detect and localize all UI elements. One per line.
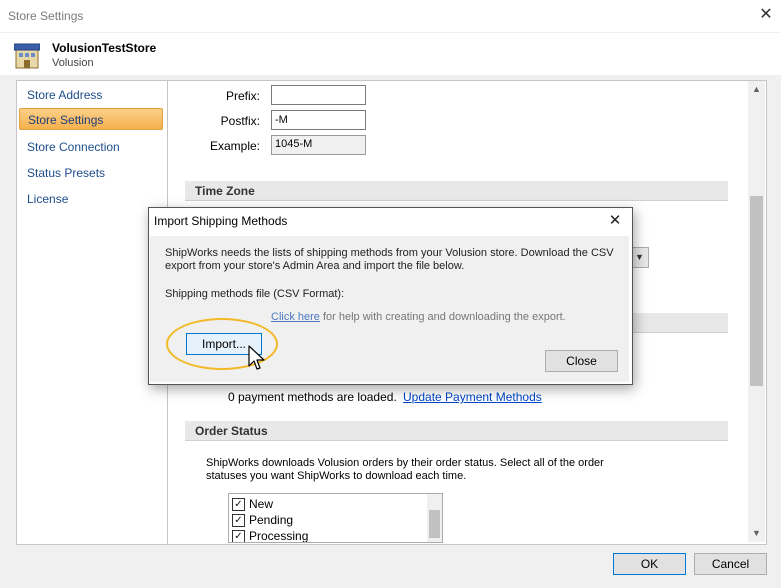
window-bottom-edge — [0, 584, 781, 588]
store-name: VolusionTestStore — [52, 41, 157, 55]
prefix-input[interactable] — [271, 85, 366, 105]
payment-methods-count: 0 payment methods are loaded. — [228, 390, 397, 404]
help-link[interactable]: Click here — [271, 311, 320, 323]
status-item-new[interactable]: ✓ New — [232, 496, 273, 512]
sidebar-item-store-connection[interactable]: Store Connection — [19, 136, 163, 158]
order-status-description-1: ShipWorks downloads Volusion orders by t… — [206, 457, 604, 469]
status-label-pending: Pending — [249, 513, 294, 527]
help-text: for help with creating and downloading t… — [319, 311, 566, 323]
store-building-icon — [14, 43, 40, 69]
time-zone-header: Time Zone — [185, 181, 728, 201]
dialog-message-line-2: export from your store's Admin Area and … — [165, 260, 465, 272]
order-status-list[interactable]: ✓ New ✓ Pending ✓ Processing — [228, 493, 443, 543]
sidebar-item-store-address[interactable]: Store Address — [19, 84, 163, 106]
dialog-title: Import Shipping Methods — [154, 214, 288, 228]
cancel-button[interactable]: Cancel — [694, 553, 767, 575]
postfix-input[interactable] — [271, 110, 366, 130]
example-label: Example: — [209, 139, 260, 153]
dialog-message-line-1: ShipWorks needs the lists of shipping me… — [165, 247, 614, 259]
status-checkbox-pending[interactable]: ✓ — [232, 514, 245, 527]
status-label-new: New — [249, 497, 274, 511]
help-text-row: Click here for help with creating and do… — [271, 311, 566, 323]
title-bar — [0, 0, 781, 33]
sidebar-item-status-presets[interactable]: Status Presets — [19, 162, 163, 184]
order-status-description-2: statuses you want ShipWorks to download … — [206, 470, 467, 482]
import-shipping-methods-dialog: Import Shipping Methods ✕ ShipWorks need… — [148, 207, 633, 385]
store-platform: Volusion — [52, 57, 94, 69]
shipping-section-header — [630, 313, 728, 333]
update-payment-methods-link[interactable]: Update Payment Methods — [403, 390, 542, 404]
window-title: Store Settings — [8, 9, 84, 23]
status-list-scrollbar[interactable] — [427, 494, 442, 542]
dialog-body: ShipWorks needs the lists of shipping me… — [150, 236, 629, 382]
postfix-label: Postfix: — [220, 114, 260, 128]
mouse-pointer-icon — [248, 345, 265, 370]
dialog-close-button[interactable]: Close — [545, 350, 618, 372]
status-checkbox-processing[interactable]: ✓ — [232, 530, 245, 542]
example-value: 1045-M — [271, 135, 366, 155]
status-item-processing[interactable]: ✓ Processing — [232, 528, 309, 543]
status-list-scroll-thumb[interactable] — [429, 510, 440, 538]
prefix-label: Prefix: — [225, 89, 260, 103]
sidebar-item-license[interactable]: License — [19, 188, 163, 210]
shipping-file-label: Shipping methods file (CSV Format): — [165, 288, 345, 300]
status-checkbox-new[interactable]: ✓ — [232, 498, 245, 511]
status-label-processing: Processing — [249, 529, 309, 543]
dialog-close-icon[interactable]: ✕ — [604, 211, 626, 231]
status-item-pending[interactable]: ✓ Pending — [232, 512, 293, 528]
sidebar-item-store-settings[interactable]: Store Settings — [19, 108, 163, 130]
settings-sidebar: Store Address Store Settings Store Conne… — [16, 80, 168, 545]
content-scroll-thumb[interactable] — [750, 196, 763, 386]
window-close-button[interactable]: ✕ — [757, 5, 775, 25]
ok-button[interactable]: OK — [613, 553, 686, 575]
scroll-up-icon[interactable]: ▲ — [748, 81, 765, 98]
scroll-down-icon[interactable]: ▼ — [748, 525, 765, 542]
order-status-header: Order Status — [185, 421, 728, 441]
